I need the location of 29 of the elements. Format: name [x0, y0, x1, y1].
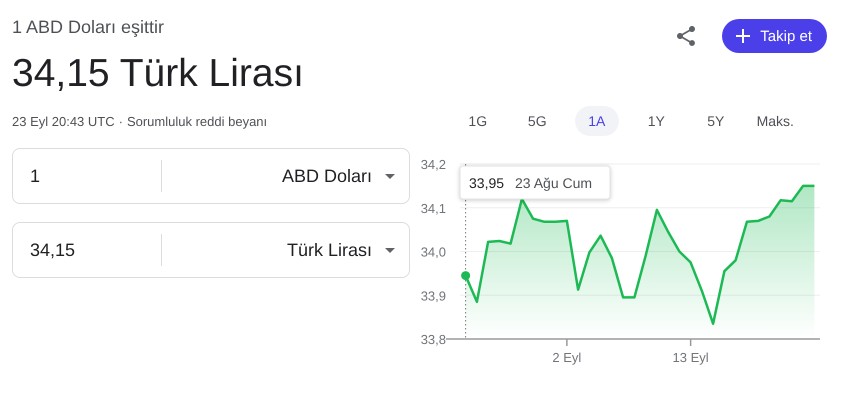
y-axis-label: 33,8	[420, 332, 446, 347]
amount-field[interactable]: 1	[13, 166, 155, 186]
y-axis-label: 33,9	[420, 288, 446, 304]
follow-button[interactable]: Takip et	[722, 19, 827, 53]
tooltip-date: 23 Ağu Cum	[515, 175, 592, 191]
conversion-subtitle: 1 ABD Doları eşittir	[12, 16, 166, 39]
range-tab[interactable]: 1G	[448, 106, 508, 136]
data-point	[461, 271, 470, 280]
y-axis-label: 34,0	[420, 244, 446, 260]
separator-dot: ·	[118, 114, 123, 129]
x-axis-label: 2 Eyl	[552, 350, 582, 365]
y-axis-label: 34,1	[420, 200, 446, 216]
range-tab[interactable]: Maks.	[746, 106, 805, 136]
conversion-result: 34,15 Türk Lirası	[12, 51, 305, 97]
currency-dropdown[interactable]: ABD Doları	[162, 166, 409, 186]
plus-icon	[736, 29, 750, 43]
range-tab[interactable]: 5Y	[686, 106, 746, 136]
y-axis-label: 34,2	[420, 157, 446, 172]
disclaimer-link[interactable]: Sorumluluk reddi beyanı	[126, 114, 268, 129]
range-tab[interactable]: 1Y	[626, 106, 686, 136]
currency-dropdown[interactable]: Türk Lirası	[162, 240, 409, 260]
range-tab[interactable]: 1A	[574, 106, 619, 136]
amount-field[interactable]: 34,15	[13, 240, 155, 260]
caret-icon	[385, 248, 395, 252]
timestamp: 23 Eyl 20:43 UTC	[12, 114, 115, 129]
range-tab[interactable]: 5G	[508, 106, 567, 136]
x-axis-label: 13 Eyl	[672, 350, 709, 365]
tooltip-value: 33,95	[469, 175, 504, 191]
caret-icon	[385, 174, 395, 178]
